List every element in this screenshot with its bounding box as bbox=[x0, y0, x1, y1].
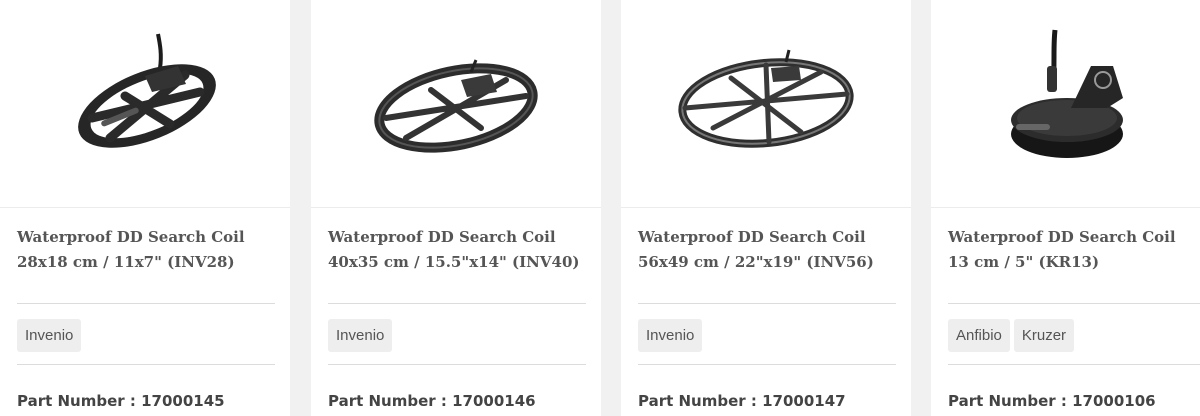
part-number: Part Number : 17000106 bbox=[948, 392, 1156, 410]
product-image-inv28[interactable] bbox=[0, 0, 290, 208]
compatibility-tags: Invenio bbox=[638, 319, 703, 352]
part-number: Part Number : 17000147 bbox=[638, 392, 846, 410]
tag-invenio[interactable]: Invenio bbox=[328, 319, 393, 352]
tag-invenio[interactable]: Invenio bbox=[17, 319, 82, 352]
product-title-line1[interactable]: Waterproof DD Search Coil bbox=[638, 225, 896, 250]
compatibility-tags: Anfibio Kruzer bbox=[948, 319, 1075, 352]
divider bbox=[638, 303, 896, 304]
product-title[interactable]: Waterproof DD Search Coil 40x35 cm / 15.… bbox=[328, 225, 586, 275]
product-card[interactable]: Waterproof DD Search Coil 28x18 cm / 11x… bbox=[0, 0, 290, 416]
product-grid: Waterproof DD Search Coil 28x18 cm / 11x… bbox=[0, 0, 1200, 416]
product-title[interactable]: Waterproof DD Search Coil 56x49 cm / 22"… bbox=[638, 225, 896, 275]
product-title[interactable]: Waterproof DD Search Coil 28x18 cm / 11x… bbox=[17, 225, 275, 275]
divider bbox=[638, 364, 896, 365]
compatibility-tags: Invenio bbox=[17, 319, 82, 352]
product-title-line2[interactable]: 28x18 cm / 11x7" (INV28) bbox=[17, 250, 275, 275]
product-title-line2[interactable]: 40x35 cm / 15.5"x14" (INV40) bbox=[328, 250, 586, 275]
product-title-line1[interactable]: Waterproof DD Search Coil bbox=[328, 225, 586, 250]
divider bbox=[328, 303, 586, 304]
divider bbox=[17, 303, 275, 304]
product-card[interactable]: Waterproof DD Search Coil 56x49 cm / 22"… bbox=[621, 0, 911, 416]
search-coil-image bbox=[1011, 29, 1123, 158]
product-title-line2[interactable]: 13 cm / 5" (KR13) bbox=[948, 250, 1200, 275]
product-image-kr13[interactable] bbox=[931, 0, 1200, 208]
compatibility-tags: Invenio bbox=[328, 319, 393, 352]
tag-kruzer[interactable]: Kruzer bbox=[1013, 319, 1075, 352]
product-title-line1[interactable]: Waterproof DD Search Coil bbox=[17, 225, 275, 250]
product-image-inv40[interactable] bbox=[311, 0, 601, 208]
product-image-inv56[interactable] bbox=[621, 0, 911, 208]
search-coil-image bbox=[374, 59, 538, 153]
product-title[interactable]: Waterproof DD Search Coil 13 cm / 5" (KR… bbox=[948, 225, 1200, 275]
tag-invenio[interactable]: Invenio bbox=[638, 319, 703, 352]
product-card[interactable]: Waterproof DD Search Coil 13 cm / 5" (KR… bbox=[931, 0, 1200, 416]
divider bbox=[328, 364, 586, 365]
divider bbox=[948, 303, 1200, 304]
product-title-line1[interactable]: Waterproof DD Search Coil bbox=[948, 225, 1200, 250]
product-card[interactable]: Waterproof DD Search Coil 40x35 cm / 15.… bbox=[311, 0, 601, 416]
product-title-line2[interactable]: 56x49 cm / 22"x19" (INV56) bbox=[638, 250, 896, 275]
divider bbox=[948, 364, 1200, 365]
search-coil-image bbox=[78, 33, 216, 148]
search-coil-image bbox=[678, 49, 854, 148]
part-number: Part Number : 17000146 bbox=[328, 392, 536, 410]
divider bbox=[17, 364, 275, 365]
tag-anfibio[interactable]: Anfibio bbox=[948, 319, 1010, 352]
part-number: Part Number : 17000145 bbox=[17, 392, 225, 410]
